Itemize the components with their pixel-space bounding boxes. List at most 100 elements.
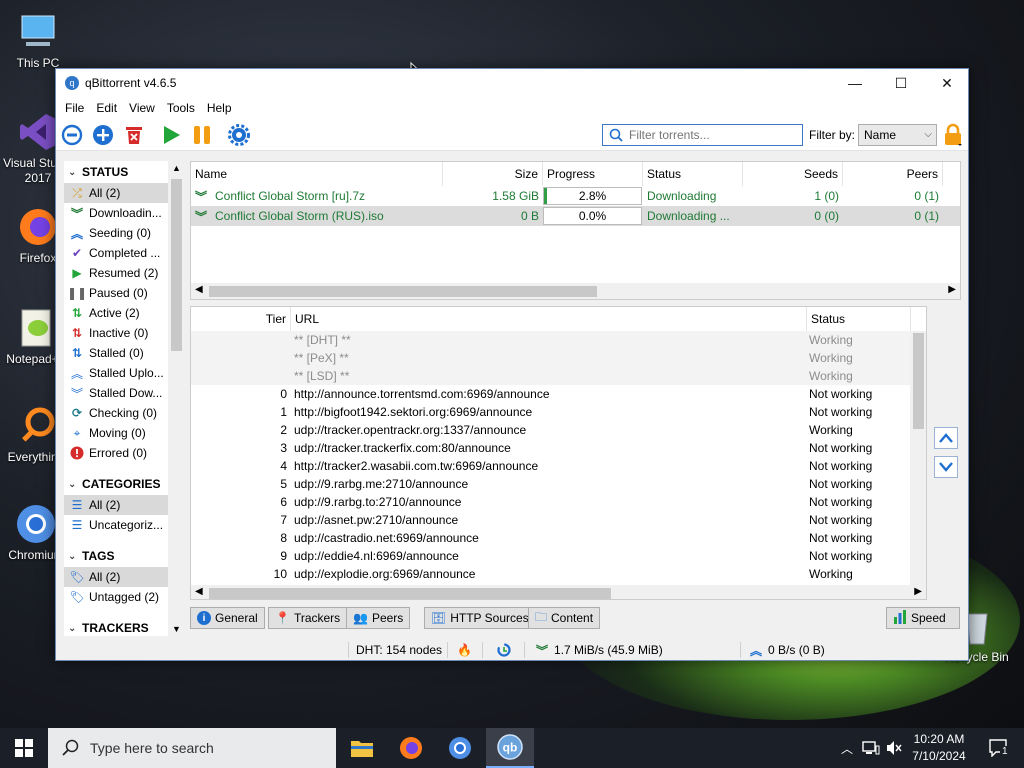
tracker-row[interactable]: 2 udp://tracker.opentrackr.org:1337/annou…	[191, 421, 911, 439]
options-button[interactable]	[227, 123, 251, 147]
sidebar-scroll-thumb[interactable]	[171, 179, 182, 351]
column-header-tracker-status[interactable]: Status	[807, 307, 911, 331]
sidebar-status-resumed[interactable]: ▶ Resumed (2)	[64, 263, 184, 283]
trackers-section-header[interactable]: ⌄ TRACKERS	[64, 617, 184, 636]
tracker-row[interactable]: 7 udp://asnet.pw:2710/announce Not working	[191, 511, 911, 529]
sidebar-status-stalled[interactable]: ⇅ Stalled (0)	[64, 343, 184, 363]
categories-section-header[interactable]: ⌄ CATEGORIES	[64, 473, 184, 495]
tab-peers[interactable]: 👥 Peers	[346, 607, 411, 629]
sidebar-status-downloading[interactable]: ︾ Downloadin...	[64, 203, 184, 223]
move-tracker-down-button[interactable]	[934, 456, 958, 478]
taskbar-firefox[interactable]	[387, 728, 435, 768]
trackers-vscrollbar[interactable]	[910, 331, 926, 585]
column-header-size[interactable]: Size	[443, 162, 543, 186]
sidebar-status-all[interactable]: ⤮ All (2)	[64, 183, 184, 203]
download-speed[interactable]: ︾ 1.7 MiB/s (45.9 MiB)	[536, 639, 663, 661]
sidebar-tag-untagged[interactable]: 🏷 Untagged (2)	[64, 587, 184, 607]
menu-file[interactable]: File	[59, 101, 90, 115]
tracker-row[interactable]: 8 udp://castradio.net:6969/announce Not wo…	[191, 529, 911, 547]
sidebar-tag-all[interactable]: 🏷 All (2)	[64, 567, 184, 587]
tab-http-sources[interactable]: 🗄 HTTP Sources	[424, 607, 536, 629]
tracker-status: Not working	[809, 477, 873, 491]
notification-center-button[interactable]: 1	[978, 728, 1018, 768]
taskbar-file-explorer[interactable]	[338, 728, 386, 768]
column-header-tier[interactable]: Tier	[191, 307, 291, 331]
column-header-progress[interactable]: Progress	[543, 162, 643, 186]
sidebar-category-all[interactable]: ☰ All (2)	[64, 495, 184, 515]
sidebar-status-checking[interactable]: ⟳ Checking (0)	[64, 403, 184, 423]
sidebar-status-completed[interactable]: ✔ Completed ...	[64, 243, 184, 263]
tracker-row[interactable]: ** [PeX] ** Working	[191, 349, 911, 367]
title-bar[interactable]: q qBittorrent v4.6.5 — ☐ ✕	[56, 69, 968, 97]
delete-torrent-button[interactable]	[122, 123, 146, 147]
taskbar-qbittorrent[interactable]: qb	[486, 728, 534, 768]
taskbar-clock[interactable]: 10:20 AM 7/10/2024	[906, 731, 972, 765]
sidebar-status-inactive[interactable]: ⇅ Inactive (0)	[64, 323, 184, 343]
filter-by-select[interactable]: Name ⌵	[858, 124, 937, 146]
filter-torrents-field[interactable]	[602, 124, 803, 146]
add-torrent-link-button[interactable]	[60, 123, 84, 147]
menu-edit[interactable]: Edit	[90, 101, 123, 115]
show-hidden-icons-button[interactable]: ︿	[836, 728, 858, 768]
tracker-row[interactable]: 4 http://tracker2.wasabii.com.tw:6969/ann…	[191, 457, 911, 475]
maximize-button[interactable]: ☐	[878, 69, 924, 97]
firewall-status-icon[interactable]: 🔥	[457, 639, 472, 661]
add-torrent-file-button[interactable]	[91, 123, 115, 147]
menu-help[interactable]: Help	[201, 101, 238, 115]
trackers-hscrollbar[interactable]: ◀ ▶	[191, 585, 926, 599]
sidebar-status-moving[interactable]: ⌖ Moving (0)	[64, 423, 184, 443]
tracker-row[interactable]: 0 http://announce.torrentsmd.com:6969/ann…	[191, 385, 911, 403]
sidebar-status-stalled-uploading[interactable]: ︽ Stalled Uplo...	[64, 363, 184, 383]
column-header-peers[interactable]: Peers	[843, 162, 943, 186]
tags-section-header[interactable]: ⌄ TAGS	[64, 545, 184, 567]
tracker-row[interactable]: 9 udp://eddie4.nl:6969/announce Not workin…	[191, 547, 911, 565]
torrent-list-hscroll-thumb[interactable]	[209, 286, 597, 297]
volume-tray-icon[interactable]	[882, 728, 906, 768]
connection-status-icon[interactable]	[497, 639, 511, 661]
column-header-status[interactable]: Status	[643, 162, 743, 186]
filter-by-label: Filter by:	[809, 128, 856, 142]
tracker-row[interactable]: 3 udp://tracker.trackerfix.com:80/announc…	[191, 439, 911, 457]
tab-trackers[interactable]: 📍 Trackers	[268, 607, 348, 629]
sidebar-status-seeding[interactable]: ︽ Seeding (0)	[64, 223, 184, 243]
tracker-row[interactable]: 5 udp://9.rarbg.me:2710/announce Not worki…	[191, 475, 911, 493]
column-header-name[interactable]: Name	[191, 162, 443, 186]
tracker-row[interactable]: ** [DHT] ** Working	[191, 331, 911, 349]
torrent-list-hscrollbar[interactable]: ◀ ▶	[191, 283, 960, 299]
network-tray-icon[interactable]	[858, 728, 884, 768]
sidebar-status-active[interactable]: ⇅ Active (2)	[64, 303, 184, 323]
sidebar-scrollbar[interactable]: ▲ ▼	[168, 161, 184, 636]
resume-button[interactable]	[159, 123, 183, 147]
alternative-speed-lock-button[interactable]	[942, 123, 964, 147]
tracker-row[interactable]: 6 udp://9.rarbg.to:2710/announce Not worki…	[191, 493, 911, 511]
menu-tools[interactable]: Tools	[161, 101, 201, 115]
torrent-row[interactable]: ︾ Conflict Global Storm [ru].7z 1.58 GiB …	[191, 186, 960, 206]
taskbar-chromium[interactable]	[436, 728, 484, 768]
speed-button[interactable]: Speed	[886, 607, 960, 629]
column-header-seeds[interactable]: Seeds	[743, 162, 843, 186]
desktop-icon-this-pc[interactable]: This PC	[8, 10, 68, 70]
taskbar-search-box[interactable]: Type here to search	[48, 728, 336, 768]
start-button[interactable]	[0, 728, 48, 768]
pause-button[interactable]	[190, 123, 214, 147]
menu-view[interactable]: View	[123, 101, 161, 115]
tracker-row[interactable]: ** [LSD] ** Working	[191, 367, 911, 385]
upload-speed[interactable]: ︽ 0 B/s (0 B)	[750, 639, 825, 661]
torrent-row[interactable]: ︾ Conflict Global Storm (RUS).iso 0 B 0.0…	[191, 206, 960, 226]
column-header-url[interactable]: URL	[291, 307, 807, 331]
tab-content[interactable]: 🗀 Content	[528, 607, 601, 629]
sidebar-category-uncategorized[interactable]: ☰ Uncategoriz...	[64, 515, 184, 535]
trackers-hscroll-thumb[interactable]	[209, 588, 611, 599]
close-button[interactable]: ✕	[924, 69, 970, 97]
minimize-button[interactable]: —	[832, 69, 878, 97]
sidebar-status-errored[interactable]: Errored (0)	[64, 443, 184, 463]
move-tracker-up-button[interactable]	[934, 427, 958, 449]
tab-general[interactable]: i General	[190, 607, 265, 629]
sidebar-status-stalled-downloading[interactable]: ︾ Stalled Dow...	[64, 383, 184, 403]
status-section-header[interactable]: ⌄ STATUS	[64, 161, 184, 183]
filter-torrents-input[interactable]	[629, 128, 789, 142]
tracker-row[interactable]: 10 udp://explodie.org:6969/announce Workin…	[191, 565, 911, 583]
sidebar-status-paused[interactable]: ❚❚ Paused (0)	[64, 283, 184, 303]
trackers-vscroll-thumb[interactable]	[913, 333, 924, 429]
tracker-row[interactable]: 1 http://bigfoot1942.sektori.org:6969/ann…	[191, 403, 911, 421]
